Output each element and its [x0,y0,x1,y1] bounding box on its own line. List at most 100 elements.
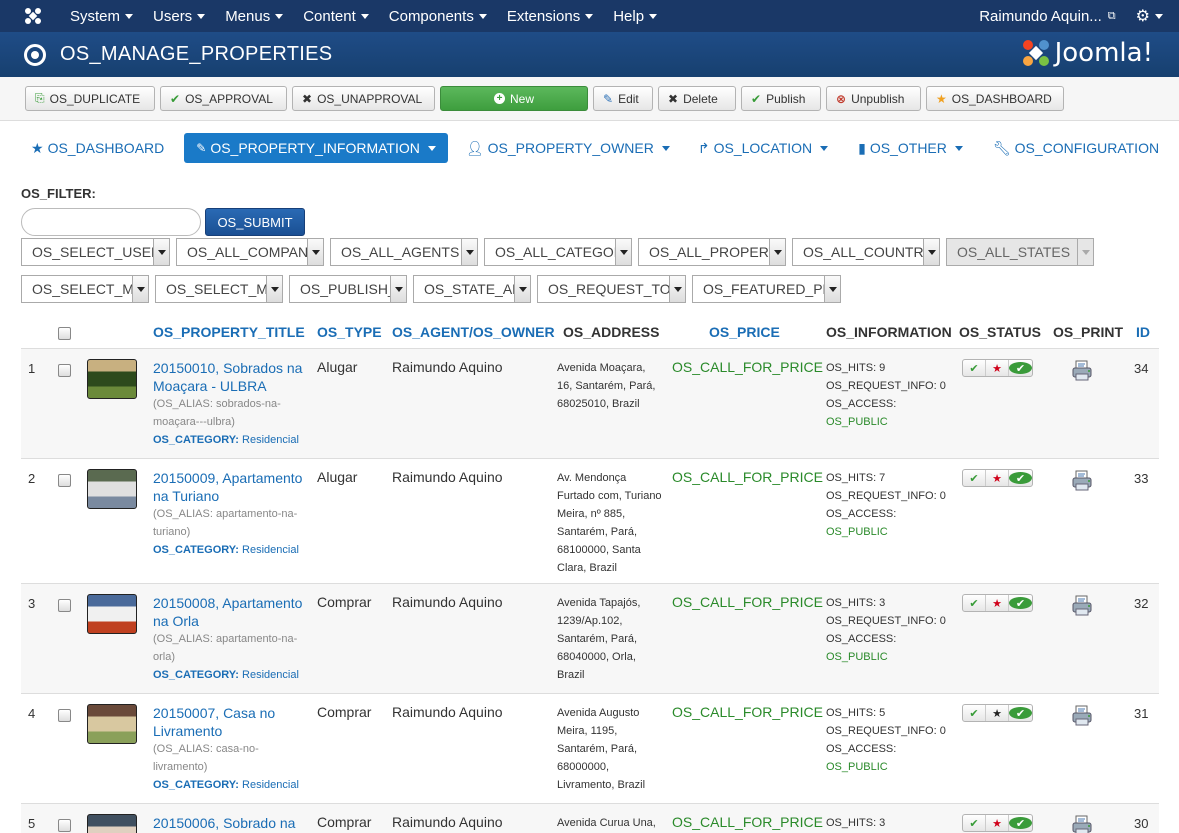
print-button[interactable] [1071,814,1095,833]
publish-toggle[interactable]: ✔ [1009,360,1032,376]
select-categories[interactable]: OS_ALL_CATEGORIES [484,238,632,266]
menu-system[interactable]: System [60,0,143,32]
row-checkbox[interactable] [58,364,71,377]
select-property-types[interactable]: OS_ALL_PROPERTY_TYPES [638,238,786,266]
property-title-link[interactable]: 20150007, Casa no Livramento [153,704,303,740]
approval-button[interactable]: ✔ OS_APPROVAL [160,86,287,111]
select-max-price[interactable]: OS_SELECT_MAX_PRICE [155,275,283,303]
approve-toggle[interactable]: ✔ [963,470,986,486]
category-value[interactable]: Residencial [242,434,299,446]
property-thumbnail[interactable] [87,814,137,833]
featured-toggle[interactable]: ★ [986,595,1009,611]
property-thumbnail[interactable] [87,704,137,744]
delete-button[interactable]: ✖ Delete [658,86,736,111]
property-thumbnail[interactable] [87,469,137,509]
category-value[interactable]: Residencial [242,669,299,681]
dashboard-button[interactable]: ★ OS_DASHBOARD [926,86,1064,111]
header-agent[interactable]: OS_AGENT/OS_OWNER [392,324,555,340]
hits: OS_HITS: 3 [826,597,886,609]
unapproval-button[interactable]: ✖ OS_UNAPPROVAL [292,86,435,111]
access-value: OS_PUBLIC [826,651,888,663]
approve-toggle[interactable]: ✔ [963,705,986,721]
tab-property-information[interactable]: ✎ OS_PROPERTY_INFORMATION [184,133,448,163]
property-price: OS_CALL_FOR_PRICE [672,594,823,610]
category-value[interactable]: Residencial [242,544,299,556]
unpublish-button[interactable]: ⊗ Unpublish [826,86,921,111]
property-title-link[interactable]: 20150008, Apartamento na Orla [153,594,303,630]
select-user-type[interactable]: OS_SELECT_USER_TYPE [21,238,170,266]
request-info: OS_REQUEST_INFO: 0 [826,490,946,502]
featured-toggle[interactable]: ★ [986,815,1009,831]
header-price[interactable]: OS_PRICE [709,324,780,340]
publish-button[interactable]: ✔ Publish [741,86,821,111]
tab-location[interactable]: ↱ OS_LOCATION [692,133,834,163]
property-information: OS_HITS: 5 OS_REQUEST_INFO: 0 OS_ACCESS:… [826,704,946,776]
select-all-checkbox[interactable] [58,327,71,340]
publish-toggle[interactable]: ✔ [1009,595,1032,611]
property-id: 32 [1134,596,1149,611]
select-featured[interactable]: OS_FEATURED_PROPERTIES [692,275,841,303]
chevron-down-icon [820,145,829,151]
edit-button[interactable]: ✎ Edit [593,86,653,111]
submit-button[interactable]: OS_SUBMIT [205,208,305,236]
settings-menu[interactable]: ⚙ [1126,6,1179,26]
tab-configuration[interactable]: 🔧︎ OS_CONFIGURATION [987,133,1165,163]
header-title[interactable]: OS_PROPERTY_TITLE [153,324,305,340]
tab-dashboard[interactable]: ★ OS_DASHBOARD [25,133,170,163]
header-id[interactable]: ID [1136,324,1150,340]
chevron-down-icon [478,13,487,19]
row-checkbox[interactable] [58,709,71,722]
publish-toggle[interactable]: ✔ [1009,815,1032,831]
approve-toggle[interactable]: ✔ [963,595,986,611]
tab-property-owner[interactable]: 👤︎ OS_PROPERTY_OWNER [460,133,676,163]
search-input[interactable] [21,208,201,236]
user-menu[interactable]: Raimundo Aquin... ⧉ [969,8,1125,25]
hits: OS_HITS: 7 [826,472,886,484]
chevron-down-icon [1077,239,1093,265]
approve-toggle[interactable]: ✔ [963,815,986,831]
record-icon [24,43,46,66]
property-title-link[interactable]: 20150006, Sobrado na [153,814,303,832]
publish-toggle[interactable]: ✔ [1009,470,1032,486]
print-button[interactable] [1071,704,1095,731]
menu-components[interactable]: Components [379,0,497,32]
category-value[interactable]: Residencial [242,779,299,791]
chevron-down-icon [390,276,406,302]
publish-toggle[interactable]: ✔ [1009,705,1032,721]
star-icon: ★ [992,472,1002,485]
property-title-link[interactable]: 20150010, Sobrados na Moaçara - ULBRA [153,359,303,395]
menu-menus[interactable]: Menus [215,0,293,32]
property-thumbnail[interactable] [87,594,137,634]
featured-toggle[interactable]: ★ [986,470,1009,486]
select-state-approval[interactable]: OS_STATE_APPROVAL [413,275,531,303]
select-countries[interactable]: OS_ALL_COUNTRIES [792,238,940,266]
property-title-link[interactable]: 20150009, Apartamento na Turiano [153,469,303,505]
menu-content[interactable]: Content [293,0,379,32]
select-companies[interactable]: OS_ALL_COMPANIES [176,238,324,266]
select-state-approval-value: OS_STATE_APPROVAL [424,281,514,297]
select-min-price[interactable]: OS_SELECT_MIN_PRICE [21,275,149,303]
tab-other[interactable]: ▮ OS_OTHER [852,133,969,163]
row-checkbox[interactable] [58,599,71,612]
menu-extensions[interactable]: Extensions [497,0,603,32]
select-request-to-approval[interactable]: OS_REQUEST_TO_APPROVAL [537,275,686,303]
menu-help[interactable]: Help [603,0,667,32]
menu-users[interactable]: Users [143,0,215,32]
row-checkbox[interactable] [58,819,71,832]
category-label: OS_CATEGORY: [153,544,239,556]
print-button[interactable] [1071,469,1095,496]
joomla-logo-icon[interactable] [18,7,48,25]
duplicate-button[interactable]: ⎘ OS_DUPLICATE [25,86,155,111]
header-type[interactable]: OS_TYPE [317,324,382,340]
approve-toggle[interactable]: ✔ [963,360,986,376]
select-agents[interactable]: OS_ALL_AGENTS [330,238,478,266]
row-checkbox[interactable] [58,474,71,487]
user-name: Raimundo Aquin... [979,7,1102,25]
new-button[interactable]: + New [440,86,588,111]
featured-toggle[interactable]: ★ [986,360,1009,376]
print-button[interactable] [1071,594,1095,621]
select-publish-status[interactable]: OS_PUBLISH_STATUS [289,275,407,303]
print-button[interactable] [1071,359,1095,386]
featured-toggle[interactable]: ★ [986,705,1009,721]
property-thumbnail[interactable] [87,359,137,399]
